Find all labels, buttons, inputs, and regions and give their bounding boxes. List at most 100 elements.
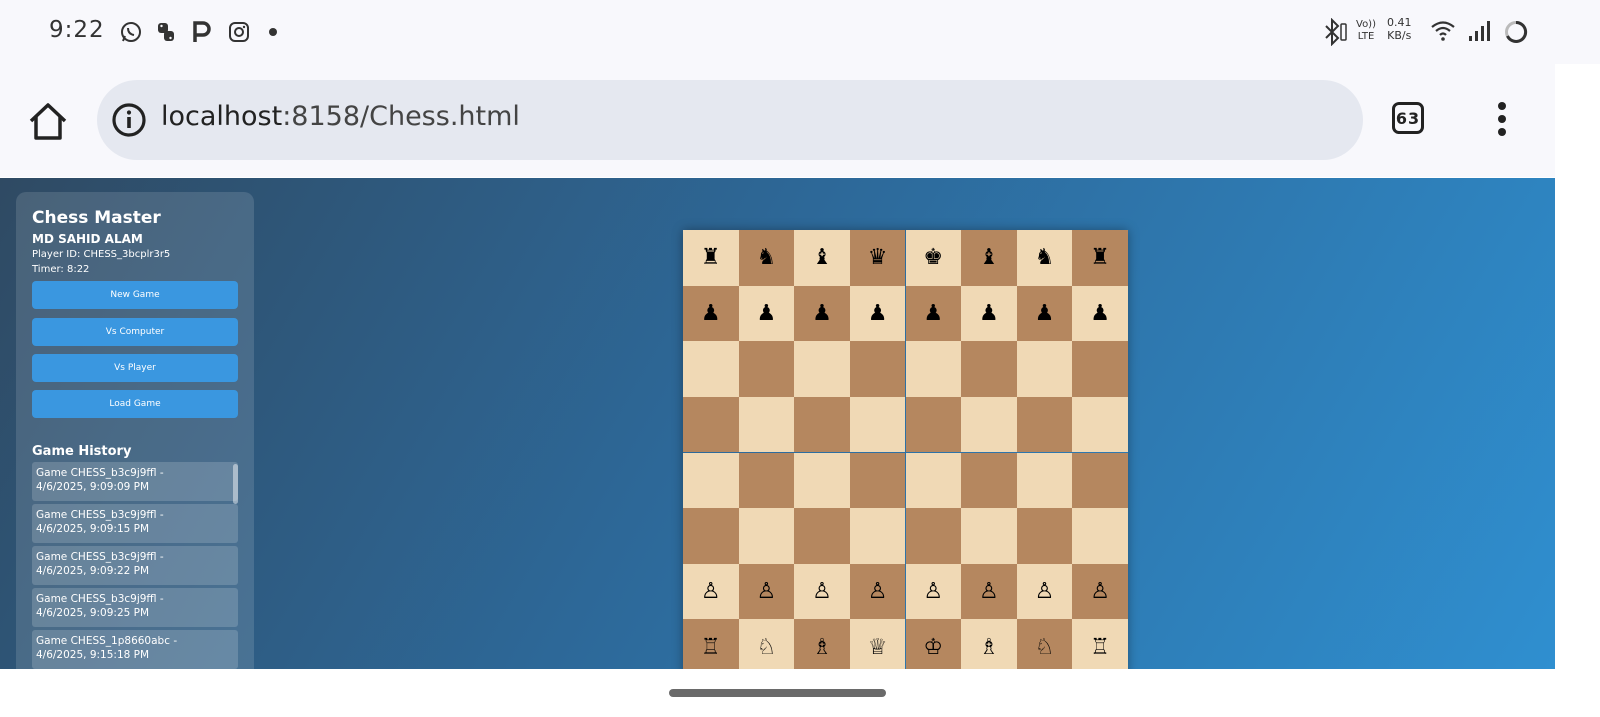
vs-player-button[interactable]: Vs Player <box>32 354 238 382</box>
square-d4[interactable] <box>849 452 906 509</box>
square-b5[interactable] <box>738 396 795 453</box>
square-h7[interactable]: ♟ <box>1072 285 1128 342</box>
square-h6[interactable] <box>1072 341 1128 397</box>
overflow-menu-icon[interactable] <box>1495 102 1509 138</box>
square-b1[interactable]: ♘ <box>738 619 795 669</box>
square-e8[interactable]: ♚ <box>905 230 962 286</box>
square-h3[interactable] <box>1072 508 1128 564</box>
timer: Timer: 8:22 <box>32 264 90 275</box>
new-game-button[interactable]: New Game <box>32 281 238 309</box>
square-c7[interactable]: ♟ <box>794 285 850 342</box>
square-e6[interactable] <box>905 341 962 397</box>
instagram-icon <box>229 22 249 42</box>
sidebar: Chess Master MD SAHID ALAM Player ID: CH… <box>16 192 254 669</box>
square-d5[interactable] <box>849 396 906 453</box>
square-h2[interactable]: ♙ <box>1072 563 1128 620</box>
vs-computer-button[interactable]: Vs Computer <box>32 318 238 346</box>
status-bar: 9:22 Vo)) LTE 0.41 KB/s <box>0 0 1600 64</box>
square-a6[interactable] <box>683 341 739 397</box>
square-e4[interactable] <box>905 452 962 509</box>
square-f4[interactable] <box>961 452 1017 509</box>
square-e5[interactable] <box>905 396 962 453</box>
history-item[interactable]: Game CHESS_b3c9j9ffl - 4/6/2025, 9:09:15… <box>32 504 238 543</box>
square-g4[interactable] <box>1016 452 1073 509</box>
chess-page: Chess Master MD SAHID ALAM Player ID: CH… <box>0 178 1555 669</box>
square-h5[interactable] <box>1072 396 1128 453</box>
speed-unit: KB/s <box>1387 29 1412 42</box>
square-g8[interactable]: ♞ <box>1016 230 1073 286</box>
history-item[interactable]: Game CHESS_b3c9j9ffl - 4/6/2025, 9:09:22… <box>32 546 238 585</box>
square-a2[interactable]: ♙ <box>683 563 739 620</box>
square-h1[interactable]: ♖ <box>1072 619 1128 669</box>
history-scrollbar[interactable] <box>233 464 238 504</box>
square-b7[interactable]: ♟ <box>738 285 795 342</box>
history-item[interactable]: Game CHESS_b3c9j9ffl - 4/6/2025, 9:09:25… <box>32 588 238 627</box>
square-d7[interactable]: ♟ <box>849 285 906 342</box>
square-f6[interactable] <box>961 341 1017 397</box>
square-h8[interactable]: ♜ <box>1072 230 1128 286</box>
square-f1[interactable]: ♗ <box>961 619 1017 669</box>
square-c2[interactable]: ♙ <box>794 563 850 620</box>
square-a1[interactable]: ♖ <box>683 619 739 669</box>
square-g2[interactable]: ♙ <box>1016 563 1073 620</box>
square-b3[interactable] <box>738 508 795 564</box>
square-f7[interactable]: ♟ <box>961 285 1017 342</box>
url-bar[interactable]: localhost:8158/Chess.html <box>97 80 1363 160</box>
square-e3[interactable] <box>905 508 962 564</box>
square-c5[interactable] <box>794 396 850 453</box>
square-b4[interactable] <box>738 452 795 509</box>
history-item-title: Game CHESS_1p8660abc - <box>36 635 178 647</box>
load-game-button[interactable]: Load Game <box>32 390 238 418</box>
python-icon <box>158 23 174 41</box>
history-item-date: 4/6/2025, 9:09:09 PM <box>36 481 150 493</box>
volte-label: Vo)) <box>1356 19 1376 30</box>
square-d1[interactable]: ♕ <box>849 619 906 669</box>
game-history-list[interactable]: Game CHESS_b3c9j9ffl - 4/6/2025, 9:09:09… <box>32 462 238 669</box>
square-c6[interactable] <box>794 341 850 397</box>
square-d8[interactable]: ♛ <box>849 230 906 286</box>
square-f8[interactable]: ♝ <box>961 230 1017 286</box>
chess-board[interactable]: ♜ ♞ ♝ ♛ ♚ ♝ ♞ ♜ ♟ ♟ ♟ ♟ ♟ ♟ ♟ ♟ ♙ ♙ ♙ ♙ ♙ ♙ ♙ ♙ ♖ ♘ ♗ ♕ ♔ ♗ ♘ ♖ <box>683 230 1128 669</box>
history-item-title: Game CHESS_b3c9j9ffl - <box>36 551 164 563</box>
history-item[interactable]: Game CHESS_b3c9j9ffl - 4/6/2025, 9:09:09… <box>32 462 238 501</box>
square-a3[interactable] <box>683 508 739 564</box>
tab-switcher-button[interactable]: 63 <box>1392 102 1424 134</box>
square-e2[interactable]: ♙ <box>905 563 962 620</box>
status-time: 9:22 <box>49 17 105 43</box>
square-f2[interactable]: ♙ <box>961 563 1017 620</box>
history-item-date: 4/6/2025, 9:09:25 PM <box>36 607 150 619</box>
square-f5[interactable] <box>961 396 1017 453</box>
square-b8[interactable]: ♞ <box>738 230 795 286</box>
dot-icon <box>269 28 277 36</box>
square-g1[interactable]: ♘ <box>1016 619 1073 669</box>
history-item[interactable]: Game CHESS_1p8660abc - 4/6/2025, 9:15:18… <box>32 630 238 669</box>
square-g6[interactable] <box>1016 341 1073 397</box>
square-e7[interactable]: ♟ <box>905 285 962 342</box>
square-c3[interactable] <box>794 508 850 564</box>
home-icon[interactable] <box>26 100 70 144</box>
square-c1[interactable]: ♗ <box>794 619 850 669</box>
signal-icon <box>1469 21 1490 41</box>
gesture-bar[interactable] <box>669 689 886 697</box>
square-g5[interactable] <box>1016 396 1073 453</box>
square-c4[interactable] <box>794 452 850 509</box>
p-app-icon <box>193 21 211 42</box>
square-a4[interactable] <box>683 452 739 509</box>
square-a7[interactable]: ♟ <box>683 285 739 342</box>
info-icon[interactable] <box>111 102 147 138</box>
square-b2[interactable]: ♙ <box>738 563 795 620</box>
square-c8[interactable]: ♝ <box>794 230 850 286</box>
square-g3[interactable] <box>1016 508 1073 564</box>
square-d2[interactable]: ♙ <box>849 563 906 620</box>
battery-ring-icon <box>1505 20 1528 43</box>
square-b6[interactable] <box>738 341 795 397</box>
square-d6[interactable] <box>849 341 906 397</box>
square-d3[interactable] <box>849 508 906 564</box>
square-a5[interactable] <box>683 396 739 453</box>
square-f3[interactable] <box>961 508 1017 564</box>
url-text[interactable]: localhost:8158/Chess.html <box>161 101 520 132</box>
square-a8[interactable]: ♜ <box>683 230 739 286</box>
square-h4[interactable] <box>1072 452 1128 509</box>
square-g7[interactable]: ♟ <box>1016 285 1073 342</box>
square-e1[interactable]: ♔ <box>905 619 962 669</box>
